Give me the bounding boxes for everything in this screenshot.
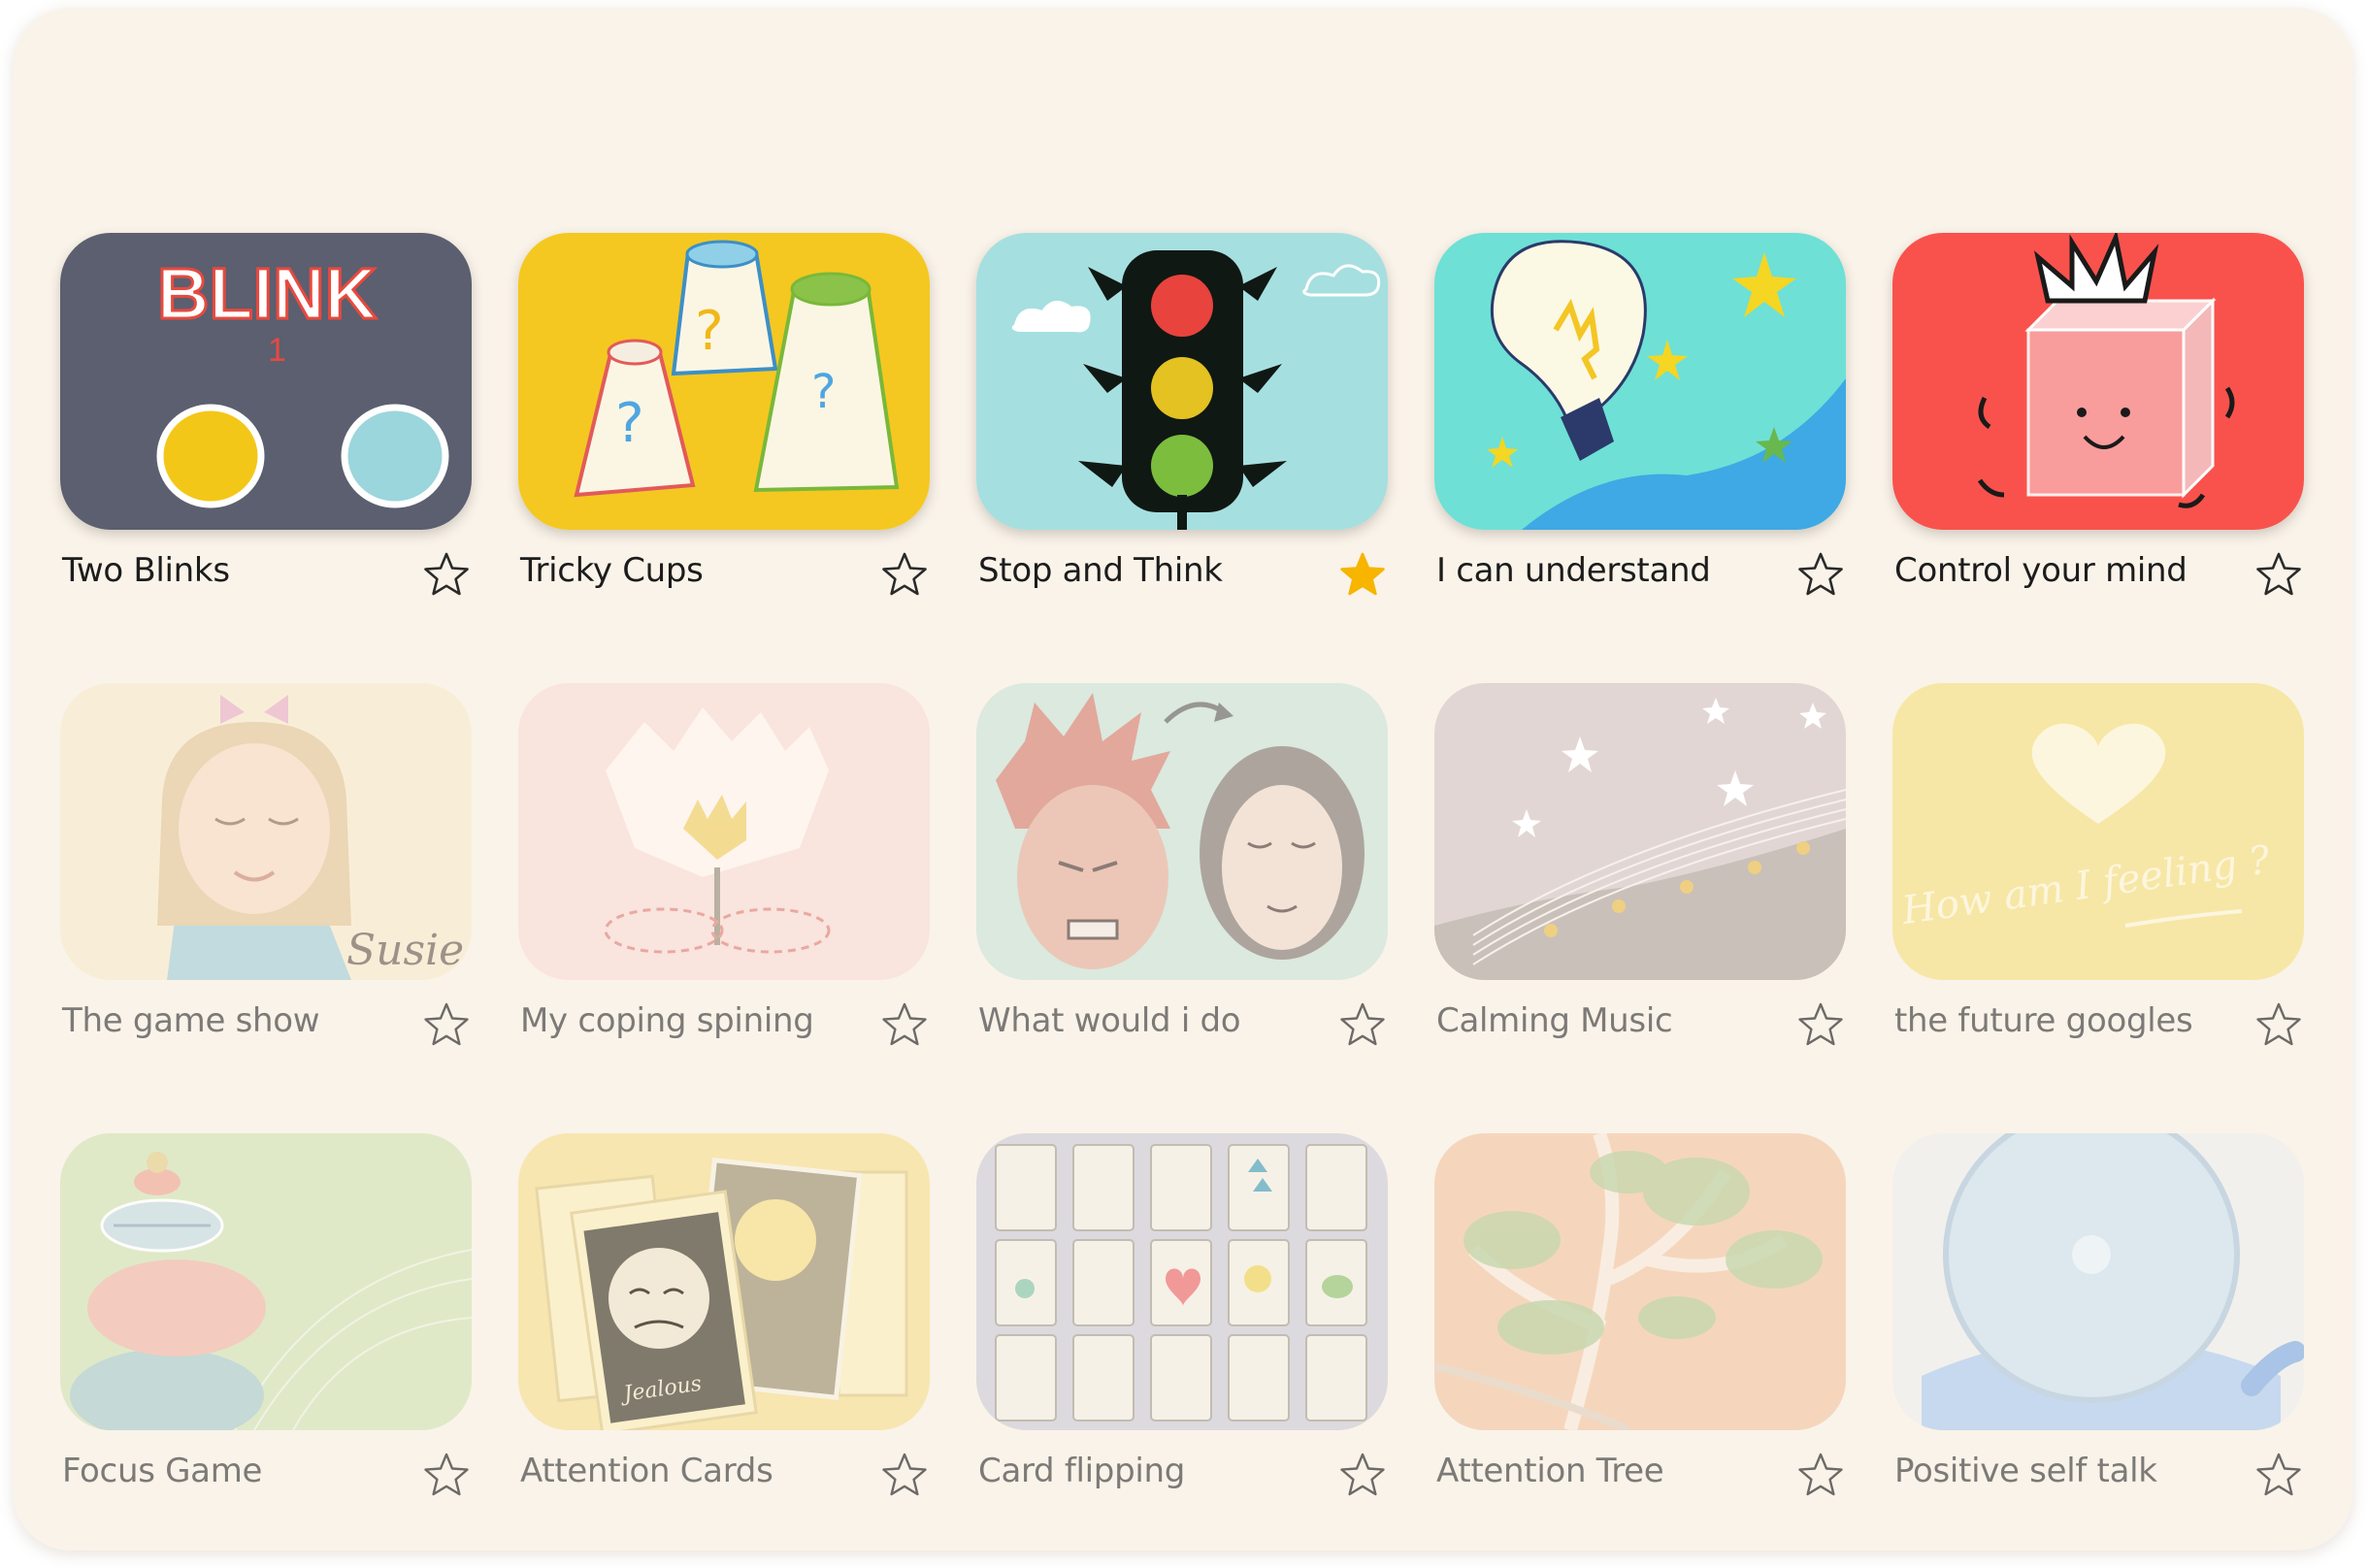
activity-card-two-blinks[interactable]: BLINK 1 Two Blinks <box>60 225 472 633</box>
activity-card-card-flipping[interactable]: Card flipping <box>976 1126 1388 1533</box>
blink-illustration[interactable]: BLINK 1 <box>60 233 472 530</box>
favorite-star-icon[interactable] <box>879 999 930 1050</box>
activity-grid: BLINK 1 Two Blinks ? ? ? Tricky Cups Sto… <box>60 225 2304 1533</box>
mirror-illustration[interactable] <box>1892 1133 2304 1430</box>
activity-title: Tricky Cups <box>520 551 704 590</box>
favorite-star-icon[interactable] <box>1337 999 1388 1050</box>
svg-text:1: 1 <box>268 332 286 369</box>
favorite-star-icon[interactable] <box>2253 549 2304 600</box>
activity-title: the future googles <box>1894 1001 2193 1040</box>
activity-title: I can understand <box>1436 551 1711 590</box>
favorite-star-icon[interactable] <box>879 549 930 600</box>
activity-card-focus-game[interactable]: Focus Game <box>60 1126 472 1533</box>
activity-title: Two Blinks <box>62 551 230 590</box>
activity-card-attention-tree[interactable]: Attention Tree <box>1434 1126 1846 1533</box>
activity-title: Focus Game <box>62 1452 263 1490</box>
activity-card-calming-music[interactable]: Calming Music <box>1434 675 1846 1083</box>
activity-panel: BLINK 1 Two Blinks ? ? ? Tricky Cups Sto… <box>14 8 2352 1551</box>
susie-illustration[interactable]: Susie <box>60 683 472 980</box>
night-music-illustration[interactable] <box>1434 683 1846 980</box>
activity-title: Positive self talk <box>1894 1452 2157 1490</box>
activity-card-i-can-understand[interactable]: I can understand <box>1434 225 1846 633</box>
activity-card-what-would-i-do[interactable]: What would i do <box>976 675 1388 1083</box>
emotion-cards-illustration[interactable]: Jealous <box>518 1133 930 1430</box>
activity-title: What would i do <box>978 1001 1241 1040</box>
two-faces-illustration[interactable] <box>976 683 1388 980</box>
favorite-star-icon[interactable] <box>1795 999 1846 1050</box>
activity-title: Card flipping <box>978 1452 1186 1490</box>
activity-card-the-future-googles[interactable]: How am I feeling ? the future googles <box>1892 675 2304 1083</box>
card-grid-illustration[interactable] <box>976 1133 1388 1430</box>
activity-card-control-your-mind[interactable]: Control your mind <box>1892 225 2304 633</box>
svg-text:?: ? <box>615 392 644 455</box>
traffic-light-illustration[interactable] <box>976 233 1388 530</box>
activity-card-attention-cards[interactable]: Jealous Attention Cards <box>518 1126 930 1533</box>
favorite-star-icon[interactable] <box>1795 1450 1846 1500</box>
lightbulb-illustration[interactable] <box>1434 233 1846 530</box>
favorite-star-icon[interactable] <box>1337 549 1388 600</box>
activity-title: Control your mind <box>1894 551 2187 590</box>
activity-title: Attention Tree <box>1436 1452 1664 1490</box>
flower-illustration[interactable] <box>518 683 930 980</box>
activity-card-positive-self-talk[interactable]: Positive self talk <box>1892 1126 2304 1533</box>
favorite-star-icon[interactable] <box>421 999 472 1050</box>
activity-card-tricky-cups[interactable]: ? ? ? Tricky Cups <box>518 225 930 633</box>
tree-illustration[interactable] <box>1434 1133 1846 1430</box>
favorite-star-icon[interactable] <box>2253 999 2304 1050</box>
activity-title: Calming Music <box>1436 1001 1673 1040</box>
activity-title: Stop and Think <box>978 551 1223 590</box>
activity-card-my-coping-spining[interactable]: My coping spining <box>518 675 930 1083</box>
activity-title: The game show <box>62 1001 320 1040</box>
activity-card-stop-and-think[interactable]: Stop and Think <box>976 225 1388 633</box>
cups-illustration[interactable]: ? ? ? <box>518 233 930 530</box>
svg-text:BLINK: BLINK <box>157 253 377 334</box>
svg-text:?: ? <box>695 300 724 363</box>
favorite-star-icon[interactable] <box>1795 549 1846 600</box>
activity-title: My coping spining <box>520 1001 814 1040</box>
favorite-star-icon[interactable] <box>421 549 472 600</box>
box-character-illustration[interactable] <box>1892 233 2304 530</box>
favorite-star-icon[interactable] <box>1337 1450 1388 1500</box>
favorite-star-icon[interactable] <box>879 1450 930 1500</box>
favorite-star-icon[interactable] <box>421 1450 472 1500</box>
activity-card-the-game-show[interactable]: Susie The game show <box>60 675 472 1083</box>
stacked-stones-illustration[interactable] <box>60 1133 472 1430</box>
favorite-star-icon[interactable] <box>2253 1450 2304 1500</box>
activity-title: Attention Cards <box>520 1452 773 1490</box>
svg-text:?: ? <box>811 365 836 419</box>
heart-feeling-illustration[interactable]: How am I feeling ? <box>1892 683 2304 980</box>
